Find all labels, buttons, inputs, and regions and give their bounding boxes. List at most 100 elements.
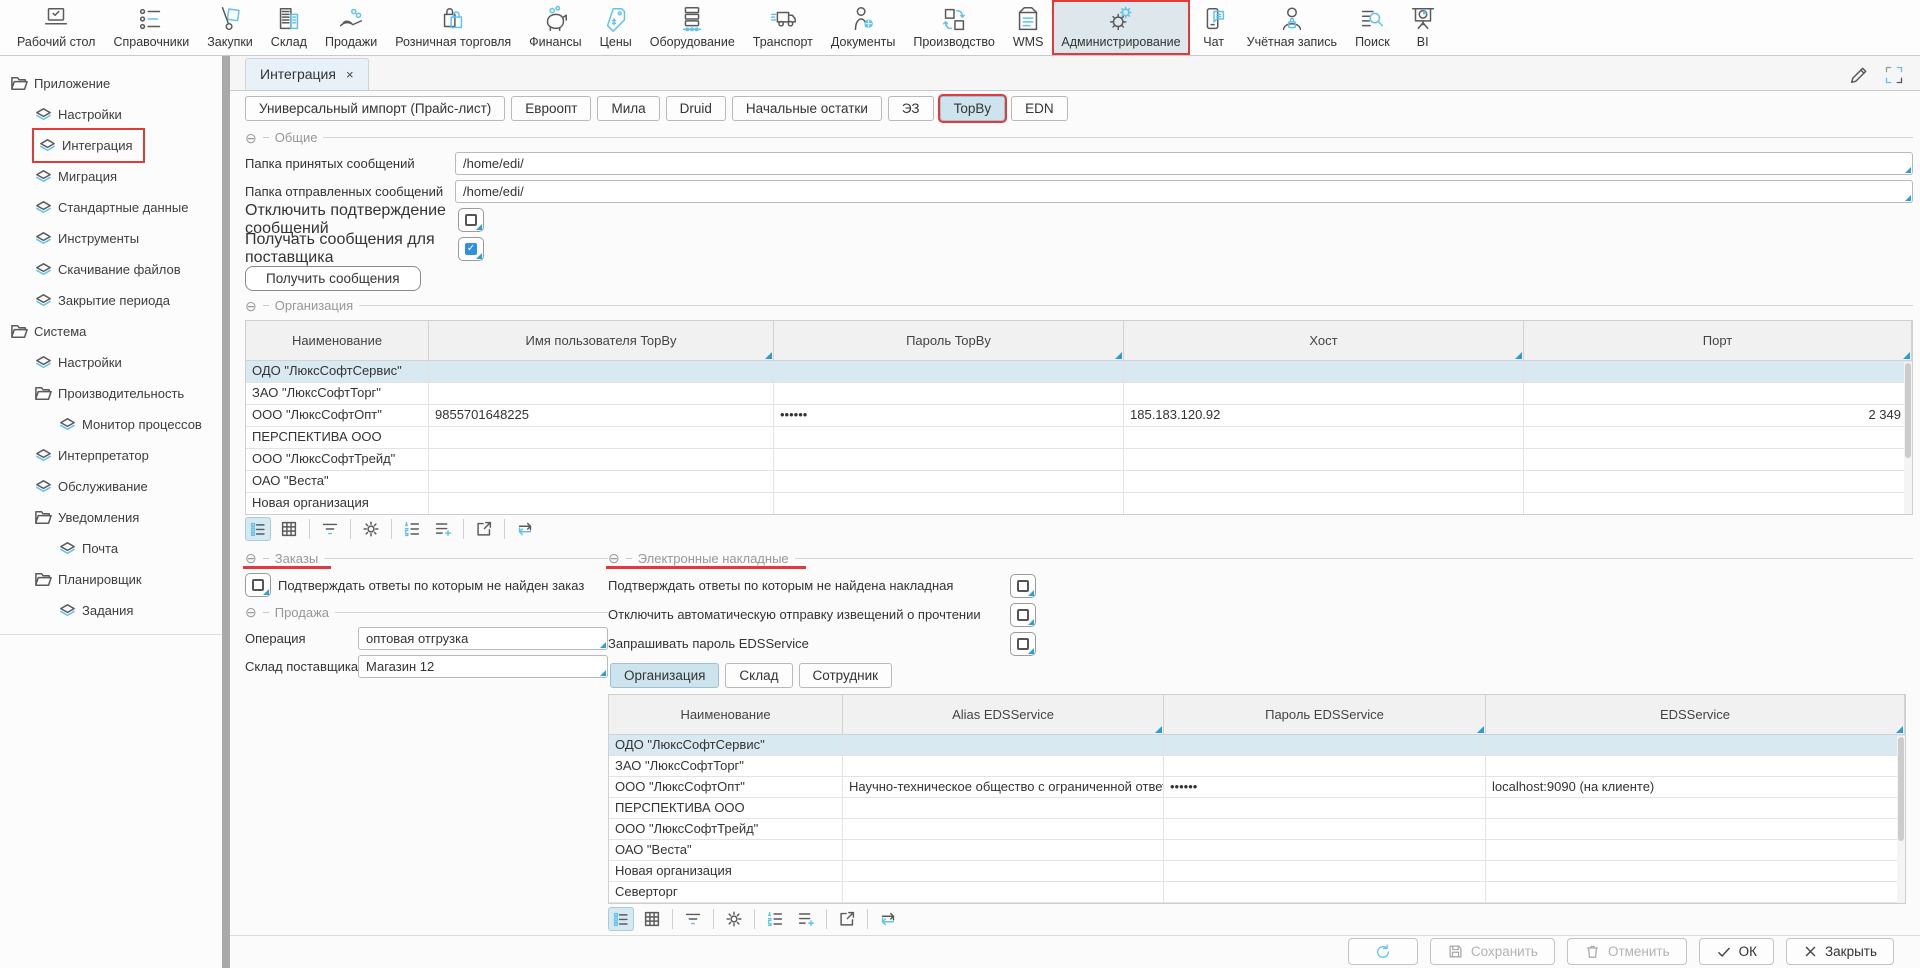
sidebar-item-tools[interactable]: Инструменты [34,223,147,254]
collapse-icon[interactable]: ⊖ [245,131,257,145]
sidebar-item-settings-system[interactable]: Настройки [34,347,130,378]
toolbar-item-purchases[interactable]: Закупки [198,0,262,55]
request-eds-password-checkbox[interactable] [1010,632,1036,656]
sidebar-item-process-monitor[interactable]: Монитор процессов [58,409,210,440]
column-header[interactable]: Пароль EDSService [1164,695,1486,735]
table-row[interactable]: ОАО "Веста" [246,471,1912,493]
sidebar-splitter[interactable] [222,56,230,968]
toolbar-item-directories[interactable]: Справочники [104,0,198,55]
filter-button[interactable] [680,907,706,931]
confirm-no-invoice-checkbox[interactable] [1010,574,1036,598]
refresh-button[interactable] [1348,938,1418,965]
toolbar-item-chat[interactable]: Чат [1190,0,1238,55]
toolbar-item-account[interactable]: Учётная запись [1238,0,1346,55]
sidebar-item-migration[interactable]: Миграция [34,161,125,192]
toolbar-item-production[interactable]: Производство [904,0,1004,55]
table-row[interactable]: ЗАО "ЛюксСофтТорг" [246,383,1912,405]
collapse-icon[interactable]: ⊖ [245,605,257,619]
numbered-list-button[interactable] [399,517,425,541]
grid-view-button[interactable] [276,517,302,541]
subtab-druid[interactable]: Druid [666,96,726,121]
column-header[interactable]: Пароль TopBy [774,321,1124,361]
table-row[interactable]: ПЕРСПЕКТИВА ООО [246,427,1912,449]
subtab-opening-balances[interactable]: Начальные остатки [732,96,882,121]
sidebar-item-notifications[interactable]: Уведомления [34,502,147,533]
table-row[interactable]: ООО "ЛюксСофтОпт" Научно-техническое общ… [609,777,1905,798]
open-in-window-button[interactable] [471,517,497,541]
toolbar-item-warehouse[interactable]: Склад [262,0,316,55]
table-row[interactable]: ООО "ЛюксСофтОпт" 9855701648225 •••••• 1… [246,405,1912,427]
column-header[interactable]: EDSService [1486,695,1905,735]
toolbar-item-search[interactable]: Поиск [1346,0,1399,55]
sidebar-item-tasks[interactable]: Задания [58,595,141,626]
column-header[interactable]: Наименование [246,321,429,361]
tab-employee[interactable]: Сотрудник [799,663,893,688]
table-row[interactable]: ЗАО "ЛюксСофтТорг" [609,756,1905,777]
subtab-universal-import[interactable]: Универсальный импорт (Прайс-лист) [245,96,505,121]
add-list-button[interactable] [430,517,456,541]
grid-view-button[interactable] [639,907,665,931]
toolbar-item-administration[interactable]: Администрирование [1052,0,1189,55]
numbered-list-button[interactable] [762,907,788,931]
tab-integration[interactable]: Интеграция × [245,58,369,90]
sidebar-item-maintenance[interactable]: Обслуживание [34,471,156,502]
toolbar-item-documents[interactable]: Документы [822,0,904,55]
table-scrollbar[interactable] [1897,736,1905,903]
ok-button[interactable]: ОК [1699,938,1774,965]
received-folder-input[interactable]: /home/edi/ [455,152,1913,175]
table-row[interactable]: ООО "ЛюксСофтТрейд" [246,449,1912,471]
sidebar-item-application[interactable]: Приложение [10,68,118,99]
sidebar-item-scheduler[interactable]: Планировщик [34,564,150,595]
table-row[interactable]: Новая организация [609,861,1905,882]
toolbar-item-retail[interactable]: Розничная торговля [386,0,520,55]
sidebar-item-performance[interactable]: Производительность [34,378,192,409]
subtab-mila[interactable]: Мила [597,96,659,121]
sidebar-item-system[interactable]: Система [10,316,94,347]
collapse-icon[interactable]: ⊖ [245,551,257,565]
table-row[interactable]: Новая организация [246,493,1912,515]
filter-button[interactable] [317,517,343,541]
collapse-icon[interactable]: ⊖ [608,551,620,565]
toolbar-item-equipment[interactable]: Оборудование [641,0,744,55]
sent-folder-input[interactable]: /home/edi/ [455,180,1913,203]
settings-button[interactable] [721,907,747,931]
close-button[interactable]: Закрыть [1786,938,1894,965]
column-header[interactable]: Alias EDSService [843,695,1164,735]
column-header[interactable]: Хост [1124,321,1524,361]
operation-input[interactable]: оптовая отгрузка [358,627,608,650]
table-row[interactable]: ОДО "ЛюксСофтСервис" [609,735,1905,756]
sidebar-item-interpreter[interactable]: Интерпретатор [34,440,157,471]
sidebar-item-period-closing[interactable]: Закрытие периода [34,285,178,316]
settings-button[interactable] [358,517,384,541]
reload-button[interactable] [512,517,538,541]
get-messages-button[interactable]: Получить сообщения [245,266,421,291]
expand-icon[interactable] [1884,65,1904,85]
close-tab-icon[interactable]: × [346,67,354,82]
table-row[interactable]: ПЕРСПЕКТИВА ООО [609,798,1905,819]
list-view-button[interactable] [245,517,271,541]
toolbar-item-finance[interactable]: Финансы [520,0,590,55]
sidebar-item-mail[interactable]: Почта [58,533,126,564]
collapse-icon[interactable]: ⊖ [245,299,257,313]
supplier-warehouse-input[interactable]: Магазин 12 [358,655,608,678]
open-in-window-button[interactable] [834,907,860,931]
disable-read-receipts-checkbox[interactable] [1010,603,1036,627]
sidebar-item-standard-data[interactable]: Стандартные данные [34,192,196,223]
toolbar-item-sales[interactable]: Продажи [316,0,386,55]
subtab-topby[interactable]: TopBy [940,96,1006,121]
toolbar-item-transport[interactable]: Транспорт [744,0,822,55]
toolbar-item-desktop[interactable]: Рабочий стол [8,0,104,55]
column-header[interactable]: Имя пользователя TopBy [429,321,774,361]
cancel-button[interactable]: Отменить [1567,938,1687,965]
column-header[interactable]: Порт [1524,321,1912,361]
toolbar-item-prices[interactable]: Цены [591,0,641,55]
add-list-button[interactable] [793,907,819,931]
confirm-no-order-checkbox[interactable] [245,573,271,597]
column-header[interactable]: Наименование [609,695,843,735]
disable-confirmation-checkbox[interactable] [458,208,484,232]
table-row[interactable]: ОАО "Веста" [609,840,1905,861]
list-view-button[interactable] [608,907,634,931]
subtab-edn[interactable]: EDN [1011,96,1068,121]
table-row[interactable]: ОДО "ЛюксСофтСервис" [246,361,1912,383]
sidebar-item-file-download[interactable]: Скачивание файлов [34,254,189,285]
